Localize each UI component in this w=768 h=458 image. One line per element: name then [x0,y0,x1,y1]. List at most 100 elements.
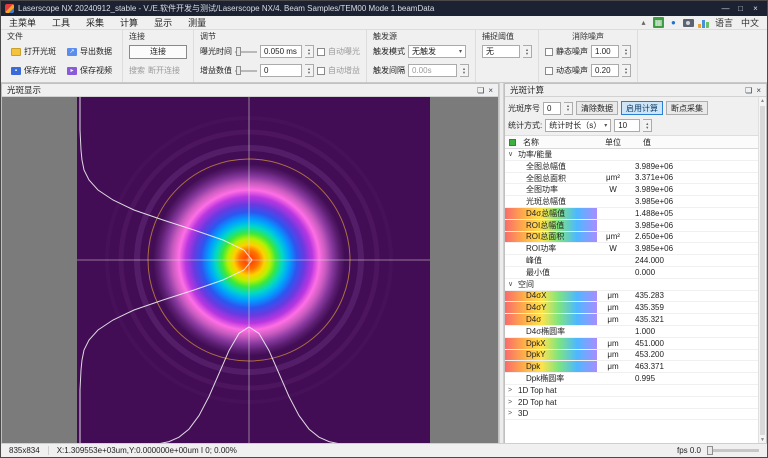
stat-duration-field[interactable]: 10 [614,119,640,132]
static-noise-field[interactable]: 1.00 [591,45,619,58]
threshold-select[interactable]: 无 [482,45,520,58]
cursor-info-text: X:1.309553e+03um,Y:0.000000e+00um I 0; 0… [57,446,237,455]
column-value[interactable]: 值 [629,137,758,148]
stat-duration-spinner[interactable] [643,119,652,132]
exposure-value-field[interactable]: 0.050 ms [260,45,302,58]
row-chevron-icon[interactable]: > [508,410,516,417]
menu-main[interactable]: 主菜单 [1,16,44,29]
table-row[interactable]: D4σ μm 435.321 [505,314,758,326]
breakpoint-acquire-button[interactable]: 断点采集 [666,101,708,115]
save-spot-button[interactable]: 保存光斑 [7,63,60,78]
gain-value-field[interactable]: 0 [260,64,302,77]
spot-index-spinner[interactable] [564,102,573,115]
row-chevron-icon[interactable]: > [508,387,516,394]
menu-display[interactable]: 显示 [146,16,180,29]
static-noise-spinner[interactable] [622,45,631,58]
row-name-text: Dpk [526,362,540,371]
layout-grid-icon[interactable] [653,17,664,28]
chart-icon[interactable] [698,17,709,28]
open-spot-button[interactable]: 打开光斑 [7,44,60,59]
table-row[interactable]: DpkY μm 453.200 [505,350,758,362]
table-row[interactable]: 最小值 0.000 [505,267,758,279]
table-row[interactable]: 全图功率 W 3.989e+06 [505,184,758,196]
table-row[interactable]: Dpk椭圆率 0.995 [505,373,758,385]
table-row[interactable]: D4σ总幅值 1.488e+05 [505,208,758,220]
language-select[interactable]: 中文 [739,16,761,29]
beam-display-area[interactable] [2,97,498,444]
titlebar: Laserscope NX 20240912_stable - V./E.软件开… [1,1,767,16]
dynamic-noise-field[interactable]: 0.20 [591,64,619,77]
menu-measure[interactable]: 测量 [180,16,214,29]
row-name-cell: > 3D [505,409,597,420]
table-row[interactable]: D4σY μm 435.359 [505,302,758,314]
close-button[interactable]: × [748,4,763,13]
table-row[interactable]: 峰值 244.000 [505,255,758,267]
menu-calculate[interactable]: 计算 [112,16,146,29]
float-panel-icon[interactable]: ❏ [745,86,752,95]
table-row[interactable]: D4σX μm 435.283 [505,291,758,303]
float-panel-icon[interactable]: ❏ [477,86,484,95]
row-chevron-icon[interactable]: > [508,399,516,406]
dynamic-noise-spinner[interactable] [622,64,631,77]
close-panel-icon[interactable]: × [488,86,493,95]
minimize-button[interactable]: — [718,4,733,13]
trigger-mode-select[interactable]: 无触发 ▾ [408,45,466,58]
group-label-threshold: 捕捉阈值 [482,31,532,42]
table-row[interactable]: ROI总幅值 3.985e+06 [505,220,758,232]
column-unit[interactable]: 单位 [597,137,629,148]
close-panel-icon[interactable]: × [756,86,761,95]
collapse-toolbar-icon[interactable] [638,17,649,28]
table-row[interactable]: > 2D Top hat [505,397,758,409]
trigger-interval-spinner[interactable] [460,64,469,77]
table-row[interactable]: DpkX μm 451.000 [505,338,758,350]
clear-data-button[interactable]: 清除数据 [576,101,618,115]
table-row[interactable]: 光斑总幅值 3.985e+06 [505,196,758,208]
export-data-button[interactable]: 导出数据 [63,44,116,59]
table-row[interactable]: ∨ 功率/能量 [505,149,758,161]
maximize-button[interactable]: □ [733,4,748,13]
row-unit-cell: μm² [597,173,629,182]
camera-icon[interactable] [683,19,694,27]
table-row[interactable]: 全图总面积 μm² 3.371e+06 [505,173,758,185]
table-row[interactable]: 全图总幅值 3.989e+06 [505,161,758,173]
enable-calculation-button[interactable]: 启用计算 [621,101,663,115]
trigger-interval-field[interactable]: 0.00s [408,64,457,77]
row-chevron-icon[interactable]: ∨ [508,280,516,288]
table-row[interactable]: > 3D [505,409,758,421]
spot-index-field[interactable]: 0 [543,102,561,115]
stat-mode-select[interactable]: 统计时长（s） ▾ [545,119,611,132]
threshold-spinner[interactable] [523,45,532,58]
scroll-up-icon[interactable]: ▲ [759,98,766,104]
vertical-scrollbar[interactable]: ▲ ▼ [758,97,766,444]
menu-acquire[interactable]: 采集 [78,16,112,29]
column-name[interactable]: 名称 [505,137,597,148]
table-row[interactable]: ∨ 空间 [505,279,758,291]
static-noise-checkbox[interactable] [545,48,553,56]
search-device-button[interactable]: 搜索 [129,65,145,76]
save-video-button[interactable]: 保存视频 [63,63,116,78]
row-unit-cell: W [597,244,629,253]
results-table-body: ∨ 功率/能量 全图总幅值 3.989e+06 全图总面积 μm² 3.371e… [505,149,758,420]
table-row[interactable]: D4σ椭圆率 1.000 [505,326,758,338]
auto-gain-checkbox[interactable] [317,67,325,75]
gain-spinner[interactable] [305,64,314,77]
gain-slider[interactable] [235,70,257,72]
dynamic-noise-checkbox[interactable] [545,67,553,75]
scrollbar-thumb[interactable] [760,106,765,435]
table-row[interactable]: > 1D Top hat [505,385,758,397]
table-row[interactable]: ROI总面积 μm² 2.650e+06 [505,232,758,244]
table-row[interactable]: Dpk μm 463.371 [505,361,758,373]
table-row[interactable]: ROI功率 W 3.985e+06 [505,243,758,255]
exposure-slider[interactable] [235,51,257,53]
display-scale-slider[interactable] [707,449,759,452]
connect-button[interactable]: 连接 [129,45,187,59]
exposure-spinner[interactable] [305,45,314,58]
row-name-text: D4σ椭圆率 [526,326,565,337]
menu-tools[interactable]: 工具 [44,16,78,29]
pin-icon[interactable] [668,17,679,28]
video-icon [67,67,77,75]
row-chevron-icon[interactable]: ∨ [508,150,516,158]
beam-image[interactable] [77,97,430,444]
disconnect-button[interactable]: 断开连接 [148,65,180,76]
auto-exposure-checkbox[interactable] [317,48,325,56]
